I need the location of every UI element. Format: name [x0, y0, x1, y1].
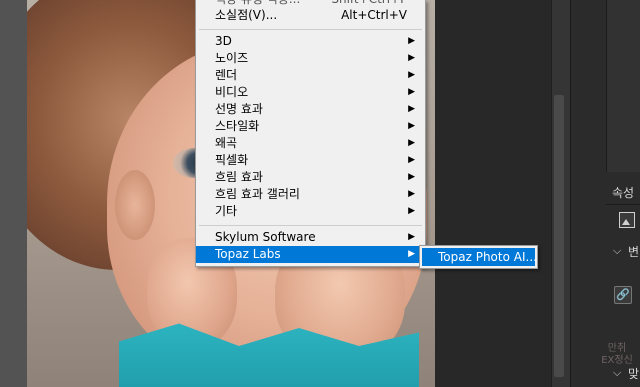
menu-item-blur[interactable]: 흐림 효과 ▶: [196, 169, 425, 186]
properties-tab[interactable]: 속성: [612, 184, 634, 201]
submenu-arrow-icon: ▶: [408, 155, 415, 165]
menu-separator: [199, 29, 422, 30]
menu-item-topaz-photo-ai[interactable]: Topaz Photo AI...: [422, 248, 537, 266]
menu-separator: [199, 225, 422, 226]
submenu-arrow-icon: ▶: [408, 172, 415, 182]
submenu-arrow-icon: ▶: [408, 121, 415, 131]
submenu-arrow-icon: ▶: [408, 53, 415, 63]
scrollbar-thumb[interactable]: [554, 95, 564, 377]
menu-item-other[interactable]: 기타 ▶: [196, 203, 425, 220]
topaz-submenu: Topaz Photo AI...: [419, 245, 538, 269]
submenu-arrow-icon: ▶: [408, 249, 415, 259]
filter-menu: 색상 유형 적용... Shift+Ctrl+F 소실점(V)... Alt+C…: [195, 0, 426, 267]
menu-item-topaz-labs[interactable]: Topaz Labs ▶: [196, 246, 425, 263]
submenu-arrow-icon: ▶: [408, 138, 415, 148]
image-icon[interactable]: [619, 212, 635, 228]
watermark-logo: 만취 EX정신: [601, 343, 633, 366]
menu-item-vanishing-point[interactable]: 소실점(V)... Alt+Ctrl+V: [196, 7, 425, 24]
menu-item-noise[interactable]: 노이즈 ▶: [196, 50, 425, 67]
menu-item-pixelate[interactable]: 픽셀화 ▶: [196, 152, 425, 169]
menu-item-sharpen[interactable]: 선명 효과 ▶: [196, 101, 425, 118]
panel-dock-top: [606, 0, 640, 172]
submenu-arrow-icon: ▶: [408, 206, 415, 216]
submenu-arrow-icon: ▶: [408, 36, 415, 46]
menu-item-video[interactable]: 비디오 ▶: [196, 84, 425, 101]
link-icon[interactable]: 🔗: [614, 286, 632, 304]
left-gutter: [0, 0, 27, 387]
chevron-down-icon[interactable]: ⌵: [613, 244, 621, 258]
menu-item-blur-gallery[interactable]: 흐림 효과 갤러리 ▶: [196, 186, 425, 203]
submenu-arrow-icon: ▶: [408, 70, 415, 80]
menu-item-stylize[interactable]: 스타일화 ▶: [196, 118, 425, 135]
submenu-arrow-icon: ▶: [408, 232, 415, 242]
panel-divider: [606, 204, 640, 205]
menu-item-distort[interactable]: 왜곡 ▶: [196, 135, 425, 152]
submenu-arrow-icon: ▶: [408, 87, 415, 97]
section-transform-label: 변: [628, 245, 640, 259]
menu-item-skylum-software[interactable]: Skylum Software ▶: [196, 229, 425, 246]
photo-ear: [115, 170, 155, 240]
menu-item-render[interactable]: 렌더 ▶: [196, 67, 425, 84]
submenu-arrow-icon: ▶: [408, 189, 415, 199]
submenu-arrow-icon: ▶: [408, 104, 415, 114]
menu-item-3d[interactable]: 3D ▶: [196, 33, 425, 50]
